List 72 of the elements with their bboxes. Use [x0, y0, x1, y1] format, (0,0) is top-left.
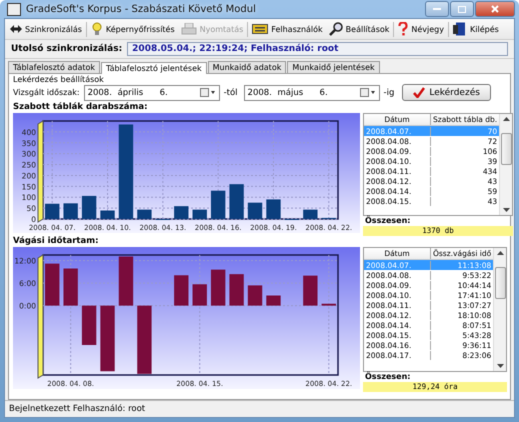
bar: [137, 306, 152, 374]
scrollbar[interactable]: [499, 114, 512, 215]
bar: [174, 275, 188, 306]
tab[interactable]: Táblafelosztó adatok: [8, 61, 100, 73]
scroll-down-icon[interactable]: [496, 364, 504, 368]
bar: [322, 304, 336, 306]
help-icon: [398, 22, 408, 36]
toolbar-button[interactable]: Beállítások: [326, 21, 392, 37]
bar: [45, 264, 60, 306]
section-title: Vágási időtartam:: [13, 236, 100, 247]
toolbar-button[interactable]: Névjegy: [395, 21, 447, 37]
toolbar-button[interactable]: Felhasználók: [249, 22, 326, 36]
bar: [210, 190, 226, 219]
query-button[interactable]: Lekérdezés: [402, 84, 491, 101]
bar: [192, 210, 207, 219]
bar: [248, 202, 262, 219]
bar: [266, 296, 281, 306]
minimize-icon: [433, 8, 441, 10]
bar: [210, 270, 226, 306]
bar: [229, 274, 244, 306]
users-card-icon: [252, 23, 268, 35]
close-icon: [491, 5, 499, 13]
printer-icon: [180, 23, 197, 35]
app-icon: [7, 2, 21, 16]
maximize-icon: [458, 6, 466, 12]
scrollbar[interactable]: [493, 248, 506, 371]
to-date-picker[interactable]: 2008. május 6.: [244, 84, 380, 100]
sync-icon: [10, 24, 22, 34]
from-suffix: -tól: [224, 88, 238, 98]
scroll-thumb[interactable]: [494, 267, 506, 299]
toolbar-button[interactable]: Kilépés: [450, 21, 502, 37]
group-label: Lekérdezés beállítások: [13, 75, 105, 84]
calendar-dropdown-icon[interactable]: [200, 88, 216, 97]
toolbar-button[interactable]: Szinkronizálás: [7, 23, 85, 35]
toolbar-button[interactable]: Képernyőfrissítés: [88, 21, 178, 37]
sync-info-field: 2008.05.04.; 22:19:24; Felhasználó: root: [127, 42, 508, 56]
bar: [303, 210, 318, 219]
minimize-button[interactable]: [425, 1, 449, 17]
tab[interactable]: Munkaidő jelentések: [287, 61, 380, 73]
bar: [229, 184, 244, 219]
exit-door-icon: [453, 22, 467, 36]
scroll-up-icon[interactable]: [496, 251, 504, 255]
lightbulb-icon: [90, 22, 103, 36]
status-bar: Bejelnetkezett Felhasználó: root: [5, 400, 514, 417]
total-label: Összesen:: [364, 216, 412, 226]
bar: [45, 204, 60, 219]
bar: [100, 210, 115, 219]
period-label: Vizsgált időszak:: [13, 88, 80, 97]
scroll-up-icon[interactable]: [502, 117, 510, 121]
from-date-picker[interactable]: 2008. április 6.: [84, 84, 220, 100]
scroll-thumb[interactable]: [500, 133, 512, 165]
bar: [174, 206, 188, 219]
bar: [118, 256, 134, 306]
total-label: Összesen:: [364, 372, 412, 382]
window-title: GradeSoft's Korpus - Szabászati Követő Modul: [26, 4, 256, 14]
bar: [137, 210, 152, 219]
close-button[interactable]: [475, 1, 515, 17]
section-title: Szabott táblák darabszáma:: [13, 102, 149, 113]
to-suffix: -ig: [384, 88, 394, 98]
scroll-down-icon[interactable]: [502, 208, 510, 212]
bar: [82, 306, 96, 345]
bar: [192, 284, 207, 306]
bar: [100, 306, 115, 372]
bar: [303, 276, 318, 306]
maximize-button[interactable]: [450, 1, 474, 17]
tab[interactable]: Táblafelosztó jelentések: [101, 62, 207, 74]
calendar-dropdown-icon[interactable]: [360, 88, 376, 97]
tab[interactable]: Munkaidő adatok: [208, 61, 286, 73]
magnifier-icon: [328, 22, 343, 36]
sync-label: Utolsó szinkronizálás:: [11, 44, 122, 54]
checkmark-icon: [413, 87, 426, 98]
bar: [63, 268, 78, 306]
